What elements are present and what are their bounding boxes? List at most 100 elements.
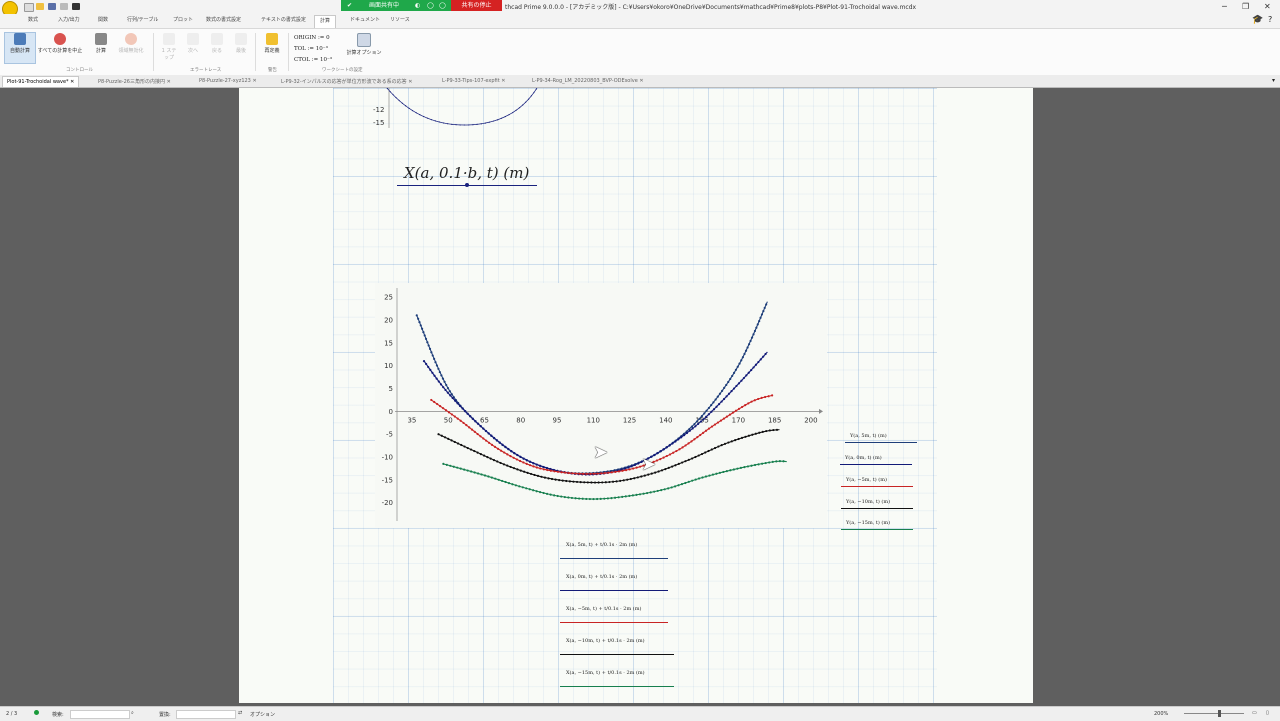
pause-icon[interactable]: ◯ (427, 0, 434, 11)
mouse-cursor-2: ➤ (641, 454, 657, 475)
save-icon[interactable] (48, 3, 56, 10)
series-point (604, 481, 607, 484)
series-point (750, 400, 753, 403)
search-label: 検索: (52, 712, 64, 718)
close-icon[interactable]: ✕ (408, 79, 412, 85)
series-point (426, 341, 429, 344)
stop-share-button[interactable]: 共有の停止 (451, 0, 502, 11)
series-point (699, 420, 702, 423)
calculate-button[interactable]: 計算 (90, 33, 112, 54)
doc-tab-expfit[interactable]: L-P9-33-Tips-107-expfit ✕ (442, 78, 505, 84)
series-point (764, 395, 767, 399)
help-icon[interactable]: ? (1268, 15, 1272, 24)
tab-functions[interactable]: 関数 (98, 16, 108, 23)
doc-tab-impulse[interactable]: L-P9-32-インパルスの応答が単位方形波である系の応答 ✕ (281, 78, 412, 85)
tol-setting[interactable]: TOL := 10⁻³ (294, 44, 332, 55)
disable-region-button[interactable]: 領域無効化 (114, 33, 148, 54)
options-dropdown[interactable]: オプション (250, 711, 275, 718)
close-icon[interactable]: ✕ (501, 78, 505, 84)
tab-io[interactable]: 入力/出力 (58, 16, 80, 23)
group-control-label: コントロール (66, 68, 93, 73)
tab-calculation[interactable]: 計算 (314, 15, 337, 29)
step-first-button[interactable]: 1 ステップ (160, 33, 178, 61)
page-view-icon[interactable]: ▭ (1252, 710, 1257, 716)
close-icon[interactable]: ✕ (252, 78, 256, 84)
doc-tab-puzzle27[interactable]: P8-Puzzle-27-xyz123 ✕ (199, 78, 257, 84)
expression-handle[interactable] (465, 183, 469, 187)
series-point (592, 497, 595, 501)
ctol-setting[interactable]: CTOL := 10⁻³ (294, 55, 332, 66)
tab-plots[interactable]: プロット (173, 16, 193, 23)
redo-icon[interactable] (72, 3, 80, 10)
undo-icon[interactable] (60, 3, 68, 10)
close-icon[interactable]: ✕ (70, 79, 74, 85)
step-last-button[interactable]: 最後 (232, 33, 250, 54)
minimize-icon[interactable]: ─ (1222, 2, 1227, 11)
x-expression[interactable]: X(a, 0.1·b, t) (m) (404, 164, 529, 182)
auto-calc-button[interactable]: 自動計算 (4, 32, 36, 64)
x-axis-label[interactable]: X(a, −10m, t) + t/0.1s · 2m (m) (566, 638, 645, 644)
series-point (697, 477, 701, 480)
step-next-button[interactable]: 次へ (184, 33, 202, 54)
legend-line (841, 486, 913, 488)
tab-math-format[interactable]: 数式の書式設定 (206, 16, 241, 23)
x-axis-label[interactable]: X(a, 5m, t) + t/0.1s · 2m (m) (566, 542, 637, 548)
search-icon[interactable]: ⌕ (131, 710, 134, 716)
new-file-icon[interactable] (24, 3, 34, 12)
graduation-cap-icon[interactable]: 🎓 (1252, 15, 1263, 25)
replace-icon[interactable]: ⇄ (238, 710, 242, 716)
tab-math[interactable]: 数式 (28, 16, 38, 23)
series-point (489, 457, 492, 460)
trochoid-chart[interactable]: 35 50 65 80 95 110 125 140 155 170 185 200252015105… (375, 283, 827, 528)
series-point (540, 475, 543, 478)
legend-entry[interactable]: Y(a, −5m, t) (m) (846, 477, 887, 483)
worksheet-page[interactable]: -12 -15 X(a, 0.1·b, t) (m) 35 50 65 80 95 110… (239, 88, 1033, 703)
open-folder-icon[interactable] (36, 3, 44, 10)
tab-matrix[interactable]: 行列/テーブル (127, 16, 158, 23)
series-point (454, 399, 457, 402)
x-axis-label[interactable]: X(a, −5m, t) + t/0.1s · 2m (m) (566, 606, 641, 612)
top-partial-plot[interactable]: -12 -15 (349, 88, 589, 128)
restore-icon[interactable]: ❐ (1242, 2, 1249, 11)
x-axis-label[interactable]: X(a, −15m, t) + t/0.1s · 2m (m) (566, 670, 645, 676)
series-point (440, 434, 443, 437)
search-input[interactable] (70, 710, 130, 719)
series-point (450, 413, 453, 416)
series-point (614, 470, 617, 473)
close-icon[interactable]: ✕ (167, 79, 171, 85)
calc-options-button[interactable]: 計算オプション (344, 33, 384, 56)
close-icon[interactable]: ✕ (1264, 2, 1271, 11)
stop-all-button[interactable]: すべての計算を中止 (36, 33, 84, 54)
draft-view-icon[interactable]: ▯ (1266, 710, 1269, 716)
tab-resources[interactable]: リソース (390, 16, 410, 23)
series-point (509, 454, 512, 458)
recalculate-button[interactable]: 再定義 (260, 33, 284, 54)
camera-icon[interactable]: ◯ (439, 0, 446, 11)
zoom-slider-thumb[interactable] (1218, 710, 1221, 717)
origin-setting[interactable]: ORIGIN := 0 (294, 33, 332, 44)
mic-icon[interactable]: ◐ (415, 0, 420, 11)
stop-calc-icon (54, 33, 66, 45)
tab-text-format[interactable]: テキストの書式設定 (261, 16, 306, 23)
legend-entry[interactable]: Y(a, 0m, t) (m) (845, 455, 882, 461)
doc-tab-puzzle26[interactable]: P8-Puzzle-26三角形の内接円 ✕ (98, 78, 171, 85)
zoom-slider[interactable] (1184, 713, 1244, 714)
step-back-button[interactable]: 戻る (208, 33, 226, 54)
series-point (427, 365, 430, 369)
close-icon[interactable]: ✕ (639, 78, 643, 84)
series-point (760, 313, 764, 316)
series-point (738, 362, 741, 365)
series-point (463, 410, 467, 413)
tab-list-icon[interactable]: ▾ (1272, 77, 1275, 84)
legend-entry[interactable]: Y(a, −15m, t) (m) (846, 520, 890, 526)
series-point (561, 479, 564, 482)
series-point (772, 428, 775, 432)
legend-entry[interactable]: Y(a, −10m, t) (m) (846, 499, 890, 505)
legend-entry[interactable]: Y(a, 5m, t) (m) (850, 433, 887, 439)
x-axis-label[interactable]: X(a, 0m, t) + t/0.1s · 2m (m) (566, 574, 637, 580)
document-tabs: Plot-91-Trochoidal wave* ✕ P8-Puzzle-26三… (0, 75, 1280, 88)
tab-document[interactable]: ドキュメント (350, 16, 380, 23)
doc-tab-trochoidal[interactable]: Plot-91-Trochoidal wave* ✕ (2, 76, 80, 87)
doc-tab-odesolve[interactable]: L-P9-34-Rog_LM_20220803_BVP-ODEsolve ✕ (532, 78, 644, 84)
replace-input[interactable] (176, 710, 236, 719)
